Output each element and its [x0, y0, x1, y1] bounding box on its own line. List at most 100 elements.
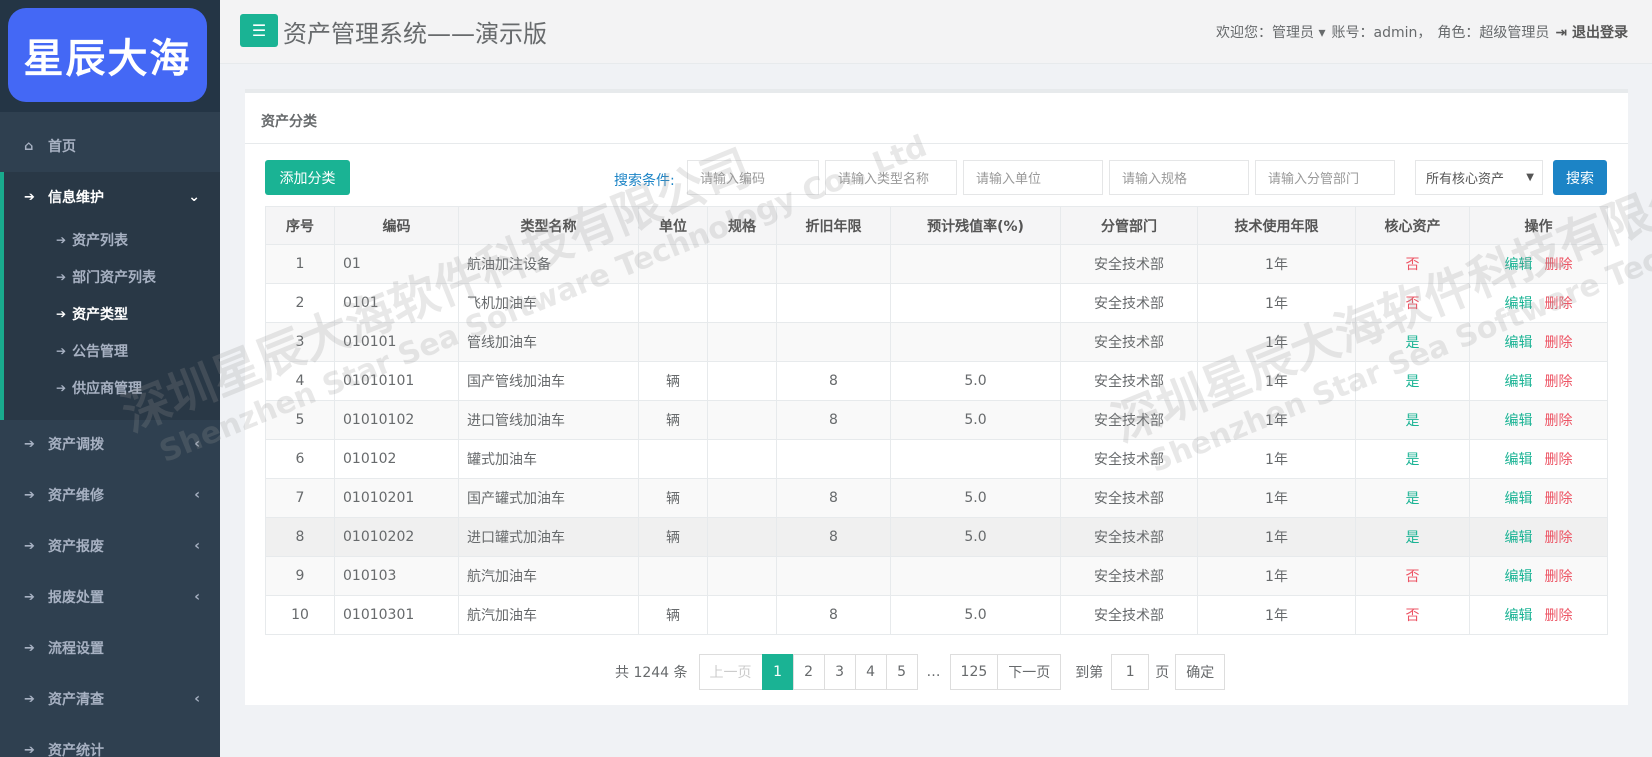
logout-link[interactable]: ⇥ 退出登录 — [1555, 22, 1628, 42]
goto-confirm-button[interactable]: 确定 — [1175, 654, 1226, 690]
last-page-button[interactable]: 125 — [949, 654, 999, 690]
table-cell: 是 — [1355, 478, 1470, 518]
table-cell — [707, 400, 777, 440]
edit-link[interactable]: 编辑 — [1505, 374, 1533, 390]
sidebar-subitem-asset-type[interactable]: ➔ 资产类型 — [0, 296, 220, 332]
chevron-left-icon: ‹ — [194, 589, 200, 605]
table-cell — [707, 595, 777, 635]
page-button[interactable]: 2 — [792, 654, 825, 690]
edit-link[interactable]: 编辑 — [1505, 491, 1533, 507]
sidebar-subitem-dept-assets[interactable]: ➔ 部门资产列表 — [0, 259, 220, 295]
sidebar-item-label: 报废处置 — [48, 590, 104, 606]
page-button[interactable]: 4 — [854, 654, 887, 690]
sidebar-item-statistics[interactable]: ➔ 资产统计 — [0, 725, 220, 757]
sidebar-item-disposal[interactable]: ➔ 报废处置 ‹ — [0, 572, 220, 622]
column-header: 序号 — [265, 206, 335, 245]
delete-link[interactable]: 删除 — [1545, 608, 1573, 624]
edit-link[interactable]: 编辑 — [1505, 452, 1533, 468]
table-cell — [638, 244, 708, 284]
sidebar-item-label: 资产维修 — [48, 488, 104, 504]
delete-link[interactable]: 删除 — [1545, 452, 1573, 468]
type-name-search-input[interactable]: 请输入类型名称 — [825, 160, 957, 195]
code-search-input[interactable]: 请输入编码 — [687, 160, 819, 195]
sidebar-item-repair[interactable]: ➔ 资产维修 ‹ — [0, 470, 220, 520]
unit-search-input[interactable]: 请输入单位 — [963, 160, 1103, 195]
next-page-button[interactable]: 下一页 — [997, 654, 1062, 690]
sidebar-item-transfer[interactable]: ➔ 资产调拨 ‹ — [0, 419, 220, 469]
page-button[interactable]: 5 — [885, 654, 918, 690]
table-actions: 编辑 删除 — [1469, 400, 1608, 440]
delete-link[interactable]: 删除 — [1545, 530, 1573, 546]
menu-toggle-button[interactable]: ☰ — [240, 14, 278, 47]
total-count: 共 1244 条 — [615, 665, 688, 681]
table-cell: 1年 — [1197, 244, 1356, 284]
delete-link[interactable]: 删除 — [1545, 374, 1573, 390]
table-row: 9 010103 航汽加油车 安全技术部 1年否编辑 删除 — [265, 556, 1608, 596]
delete-link[interactable]: 删除 — [1545, 491, 1573, 507]
divider — [245, 143, 1628, 144]
spec-search-input[interactable]: 请输入规格 — [1109, 160, 1249, 195]
table-cell: 是 — [1355, 517, 1470, 557]
arrow-right-icon: ➔ — [24, 436, 35, 452]
delete-link[interactable]: 删除 — [1545, 569, 1573, 585]
table-cell — [638, 283, 708, 323]
pagination-ellipsis: … — [926, 664, 941, 680]
caret-down-icon: ▾ — [1318, 25, 1326, 41]
delete-link[interactable]: 删除 — [1545, 335, 1573, 351]
table-cell: 5 — [265, 400, 335, 440]
delete-link[interactable]: 删除 — [1545, 257, 1573, 273]
page-button[interactable]: 3 — [823, 654, 856, 690]
sidebar-subitem-label: 部门资产列表 — [72, 270, 157, 286]
core-asset-select-value: 所有核心资产 — [1426, 172, 1505, 187]
table-row: 1 01 航油加注设备 安全技术部 1年否编辑 删除 — [265, 244, 1608, 284]
table-cell: 否 — [1355, 244, 1470, 284]
edit-link[interactable]: 编辑 — [1505, 257, 1533, 273]
delete-link[interactable]: 删除 — [1545, 296, 1573, 312]
table-cell — [638, 556, 708, 596]
sidebar-item-home[interactable]: ⌂ 首页 — [0, 121, 220, 171]
welcome-text: 欢迎您：管理员 — [1216, 25, 1315, 41]
table-cell: 1年 — [1197, 322, 1356, 362]
goto-label: 到第 — [1075, 665, 1104, 681]
sidebar-item-info[interactable]: ➔ 信息维护 ⌄ — [0, 172, 220, 222]
table-cell: 安全技术部 — [1060, 244, 1198, 284]
page-button[interactable]: 1 — [761, 654, 794, 690]
sidebar-subitem-supplier[interactable]: ➔ 供应商管理 — [0, 370, 220, 406]
core-asset-select[interactable]: 所有核心资产 ▼ — [1415, 160, 1543, 195]
table-actions: 编辑 删除 — [1469, 244, 1608, 284]
add-category-button[interactable]: 添加分类 — [265, 160, 350, 195]
edit-link[interactable]: 编辑 — [1505, 296, 1533, 312]
table-cell: 国产管线加油车 — [458, 361, 639, 401]
table-cell: 1年 — [1197, 283, 1356, 323]
sidebar-item-scrap[interactable]: ➔ 资产报废 ‹ — [0, 521, 220, 571]
prev-page-button[interactable]: 上一页 — [698, 654, 763, 690]
edit-link[interactable]: 编辑 — [1505, 569, 1533, 585]
home-icon: ⌂ — [24, 138, 34, 154]
goto-page-input[interactable]: 1 — [1111, 654, 1150, 690]
sidebar-subitem-notice[interactable]: ➔ 公告管理 — [0, 333, 220, 369]
sidebar-subitem-asset-list[interactable]: ➔ 资产列表 — [0, 222, 220, 258]
sidebar-item-workflow[interactable]: ➔ 流程设置 — [0, 623, 220, 673]
edit-link[interactable]: 编辑 — [1505, 413, 1533, 429]
table-cell: 7 — [265, 478, 335, 518]
arrow-right-icon: ➔ — [56, 381, 67, 395]
table-cell: 2 — [265, 283, 335, 323]
arrow-right-icon: ➔ — [24, 538, 35, 554]
edit-link[interactable]: 编辑 — [1505, 335, 1533, 351]
dept-search-input[interactable]: 请输入分管部门 — [1255, 160, 1395, 195]
edit-link[interactable]: 编辑 — [1505, 530, 1533, 546]
goto-unit: 页 — [1155, 665, 1170, 681]
sidebar-item-label: 流程设置 — [48, 641, 104, 657]
column-header: 核心资产 — [1355, 206, 1470, 245]
caret-down-icon: ▼ — [1526, 172, 1534, 183]
delete-link[interactable]: 删除 — [1545, 413, 1573, 429]
sidebar-group-info: ➔ 信息维护 ⌄ ➔ 资产列表 ➔ 部门资产列表 ➔ 资产类型 ➔ 公告管理 ➔… — [0, 172, 220, 420]
edit-link[interactable]: 编辑 — [1505, 608, 1533, 624]
welcome-user-dropdown[interactable]: 欢迎您：管理员 ▾ — [1216, 22, 1325, 42]
sidebar-item-inventory[interactable]: ➔ 资产清查 ‹ — [0, 674, 220, 724]
table-cell — [638, 322, 708, 362]
table-cell: 辆 — [638, 595, 708, 635]
table-cell: 5.0 — [890, 517, 1061, 557]
sidebar-item-label: 资产统计 — [48, 743, 104, 757]
search-button[interactable]: 搜索 — [1553, 160, 1607, 195]
